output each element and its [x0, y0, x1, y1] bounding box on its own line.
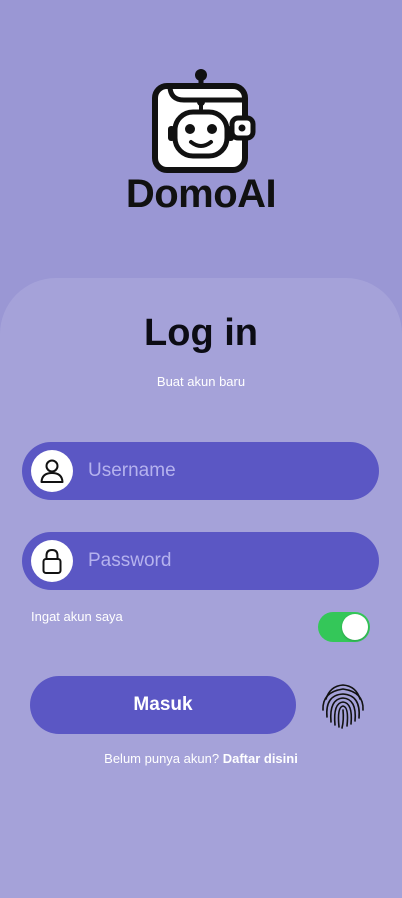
username-field[interactable] — [22, 442, 379, 500]
page-title: Log in — [144, 312, 258, 354]
signup-prompt-text: Belum punya akun? — [104, 751, 220, 766]
username-input[interactable] — [88, 442, 368, 500]
login-button[interactable]: Masuk — [30, 676, 296, 734]
fingerprint-icon[interactable] — [317, 680, 369, 732]
app-name: DomoAI — [125, 172, 277, 216]
robot-wallet-icon — [152, 69, 256, 173]
remember-me-toggle[interactable] — [318, 612, 370, 642]
app-logo: DomoAI — [0, 62, 402, 222]
password-input[interactable] — [88, 532, 368, 590]
user-icon — [31, 450, 73, 492]
signup-link[interactable]: Daftar disini — [223, 751, 298, 766]
remember-me-label: Ingat akun saya — [31, 609, 123, 624]
toggle-knob — [342, 614, 368, 640]
lock-icon — [31, 540, 73, 582]
password-field[interactable] — [22, 532, 379, 590]
signup-prompt: Belum punya akun? Daftar disini — [0, 751, 402, 766]
create-account-link[interactable]: Buat akun baru — [0, 374, 402, 389]
